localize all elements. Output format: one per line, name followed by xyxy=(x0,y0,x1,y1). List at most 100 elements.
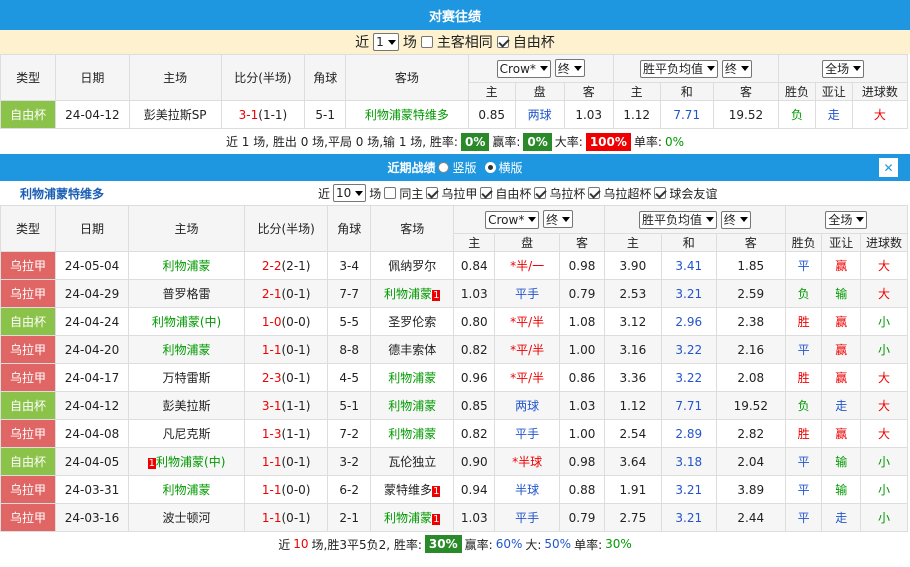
filter-checkbox[interactable] xyxy=(480,187,493,199)
odd-line: *平/半 xyxy=(494,363,561,392)
home-name: 利物浦蒙 xyxy=(162,259,211,273)
away-team[interactable]: 圣罗伦索 xyxy=(370,307,455,336)
team-title: 利物浦蒙特维多 xyxy=(20,186,105,201)
avg-select[interactable]: 胜平负均值 xyxy=(638,210,717,229)
near-label-2: 近 xyxy=(318,186,331,201)
date-cell: 24-04-08 xyxy=(54,419,130,448)
table-row: 乌拉甲 24-04-29 普罗格雷 2-1(0-1) 7-7 利物浦蒙1 1.03 平手 0.7… xyxy=(0,279,908,308)
card-badge: 1 xyxy=(432,514,441,525)
sub-away: 客 xyxy=(563,82,614,101)
corner-cell: 7-7 xyxy=(327,279,372,308)
full-select[interactable]: 全场 xyxy=(825,210,868,229)
end-select-2[interactable]: 终 xyxy=(721,59,752,78)
home-team[interactable]: 利物浦蒙 xyxy=(128,251,245,280)
col-type: 类型 xyxy=(0,54,57,101)
same-home-checkbox[interactable] xyxy=(420,36,433,48)
odd-home: 0.85 xyxy=(453,391,496,420)
vert-radio[interactable] xyxy=(438,162,450,173)
corner-cell: 5-1 xyxy=(327,391,372,420)
home-team[interactable]: 利物浦蒙(中) xyxy=(128,307,245,336)
home-name: 波士顿河 xyxy=(162,511,211,525)
eu-draw: 3.22 xyxy=(660,335,717,364)
home-team[interactable]: 波士顿河 xyxy=(128,503,245,532)
eu-away: 2.38 xyxy=(715,307,786,336)
result-cell: 负 xyxy=(784,279,823,308)
table-row: 乌拉甲 24-03-16 波士顿河 1-1(0-1) 2-1 利物浦蒙1 1.03 平手 0.7… xyxy=(0,503,908,532)
home-team[interactable]: 凡尼克斯 xyxy=(128,419,245,448)
card-badge: 1 xyxy=(432,290,441,301)
end-select-2[interactable]: 终 xyxy=(720,210,751,229)
away-team[interactable]: 利物浦蒙1 xyxy=(370,503,455,532)
date-cell: 24-04-12 xyxy=(54,391,130,420)
col-away: 客场 xyxy=(370,205,455,252)
cup-checkbox[interactable] xyxy=(496,36,509,48)
win-label: 赢率: xyxy=(464,537,493,552)
goals-cell: 小 xyxy=(860,447,908,476)
summary-pre: 近 xyxy=(278,537,291,552)
home-team[interactable]: 彭美拉斯SP xyxy=(128,100,222,129)
table-row: 乌拉甲 24-05-04 利物浦蒙 2-2(2-1) 3-4 佩纳罗尔 0.84 *半/一 0.… xyxy=(0,251,908,280)
away-team[interactable]: 利物浦蒙1 xyxy=(370,279,455,308)
away-team[interactable]: 德丰索体 xyxy=(370,335,455,364)
crow-value: Crow* xyxy=(499,61,536,76)
crow-select[interactable]: Crow* xyxy=(485,210,540,229)
home-name: 普罗格雷 xyxy=(162,287,211,301)
score-cell: 1-0(0-0) xyxy=(243,307,329,336)
handicap-cell: 走 xyxy=(814,100,853,129)
odd-away: 0.98 xyxy=(559,251,605,280)
filter-checkbox[interactable] xyxy=(426,187,439,199)
away-team[interactable]: 利物浦蒙特维多 xyxy=(345,100,469,129)
cup-label: 自由杯 xyxy=(512,35,555,51)
date-cell: 24-05-04 xyxy=(54,251,130,280)
h2h-count-select[interactable]: 1 xyxy=(373,33,399,51)
away-name: 利物浦蒙 xyxy=(384,287,433,301)
score-cell: 1-1(0-1) xyxy=(243,503,329,532)
eu-away: 19.52 xyxy=(712,100,780,129)
filter-same-home-checkbox[interactable] xyxy=(384,187,397,199)
full-select-cell: 全场 xyxy=(778,54,908,83)
half-score: (0-1) xyxy=(281,286,311,301)
away-team[interactable]: 利物浦蒙 xyxy=(370,391,455,420)
crow-select[interactable]: Crow* xyxy=(496,59,551,78)
card-badge: 1 xyxy=(147,458,157,469)
h2h-title: 对赛往绩 xyxy=(428,9,481,25)
full-select[interactable]: 全场 xyxy=(822,59,865,78)
end-select[interactable]: 终 xyxy=(554,59,585,78)
home-team[interactable]: 利物浦蒙 xyxy=(128,475,245,504)
filter-checkbox[interactable] xyxy=(588,187,601,199)
away-team[interactable]: 佩纳罗尔 xyxy=(370,251,455,280)
home-team[interactable]: 1利物浦蒙(中) xyxy=(128,447,245,476)
home-name: 凡尼克斯 xyxy=(162,427,211,441)
eu-home: 1.91 xyxy=(603,475,662,504)
date-cell: 24-04-05 xyxy=(54,447,130,476)
home-team[interactable]: 利物浦蒙 xyxy=(128,335,245,364)
close-icon[interactable]: ✕ xyxy=(879,158,898,177)
filter-checkbox[interactable] xyxy=(534,187,547,199)
type-cell: 自由杯 xyxy=(0,447,56,476)
end-select[interactable]: 终 xyxy=(543,210,574,229)
handicap-cell: 赢 xyxy=(821,251,862,280)
eu-away: 2.82 xyxy=(715,419,786,448)
away-team[interactable]: 利物浦蒙 xyxy=(370,363,455,392)
avg-select[interactable]: 胜平负均值 xyxy=(640,59,719,78)
score: 1-1 xyxy=(261,482,282,497)
eu-home: 3.16 xyxy=(603,335,662,364)
home-team[interactable]: 万特雷斯 xyxy=(128,363,245,392)
table-row: 乌拉甲 24-04-08 凡尼克斯 1-3(1-1) 7-2 利物浦蒙 0.82 平手 1.00… xyxy=(0,419,908,448)
win-label: 赢率: xyxy=(492,135,521,149)
table-row: 自由杯 24-04-12 彭美拉斯 3-1(1-1) 5-1 利物浦蒙 0.85 两球 1.03… xyxy=(0,391,908,420)
handicap-cell: 输 xyxy=(821,279,862,308)
handicap-cell: 赢 xyxy=(821,419,862,448)
odd-home: 1.03 xyxy=(453,279,496,308)
eu-home: 3.36 xyxy=(603,363,662,392)
eu-home: 2.75 xyxy=(603,503,662,532)
recent-count-select[interactable]: 10 xyxy=(333,184,367,202)
away-team[interactable]: 利物浦蒙 xyxy=(370,419,455,448)
away-team[interactable]: 瓦伦独立 xyxy=(370,447,455,476)
home-team[interactable]: 彭美拉斯 xyxy=(128,391,245,420)
odd-home: 0.82 xyxy=(453,419,496,448)
filter-checkbox[interactable] xyxy=(654,187,667,199)
horiz-radio[interactable] xyxy=(484,162,496,173)
away-team[interactable]: 蒙特维多1 xyxy=(370,475,455,504)
home-team[interactable]: 普罗格雷 xyxy=(128,279,245,308)
